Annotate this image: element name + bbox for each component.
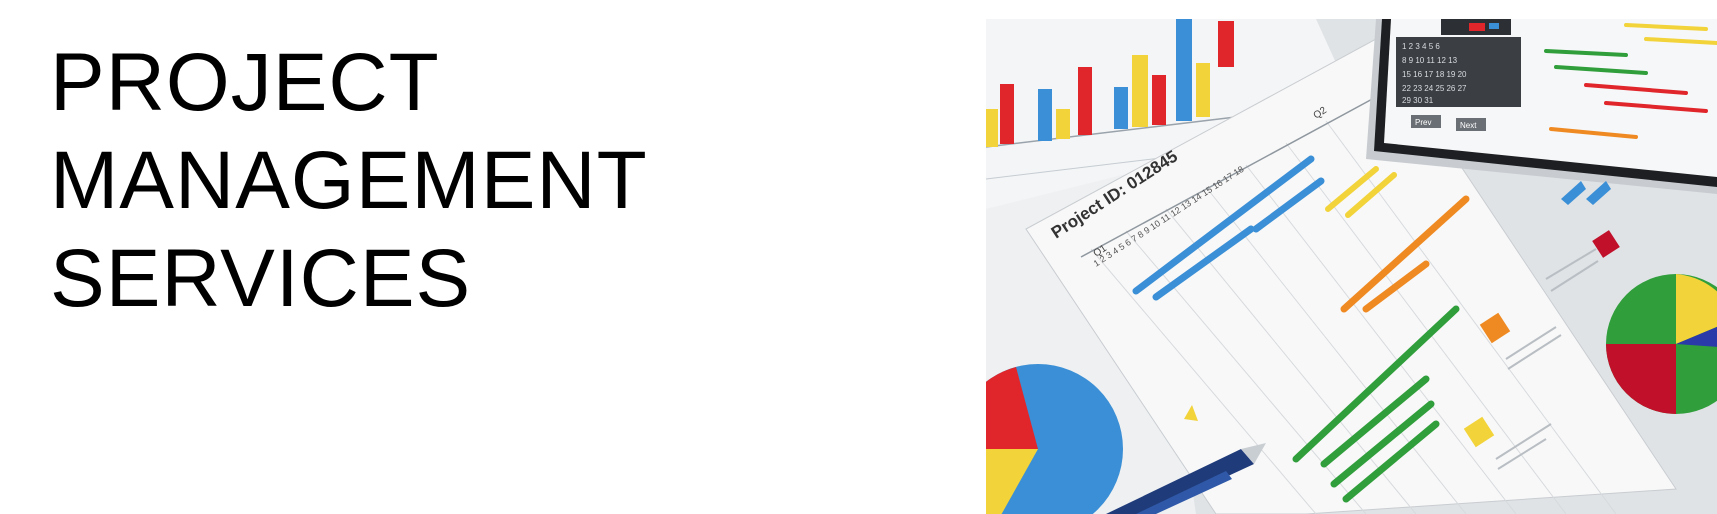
svg-text:29 30 31: 29 30 31 [1402,96,1434,105]
svg-text:1 2 3 4 5 6: 1 2 3 4 5 6 [1402,42,1440,51]
heading-line-1: PROJECT [50,37,440,128]
heading-line-2: MANAGEMENT [50,135,648,226]
project-charts-photo: Project ID: 012845 1 2 3 4 5 6 7 8 9 10 … [986,19,1717,514]
page-heading: PROJECT MANAGEMENT SERVICES [50,34,648,328]
tablet-next-button: Next [1460,121,1477,130]
svg-text:22 23 24 25 26 27: 22 23 24 25 26 27 [1402,84,1467,93]
heading-line-3: SERVICES [50,233,472,324]
svg-text:8 9 10 11 12 13: 8 9 10 11 12 13 [1402,56,1458,65]
svg-text:15 16 17 18 19 20: 15 16 17 18 19 20 [1402,70,1467,79]
tablet-prev-button: Prev [1415,118,1431,127]
